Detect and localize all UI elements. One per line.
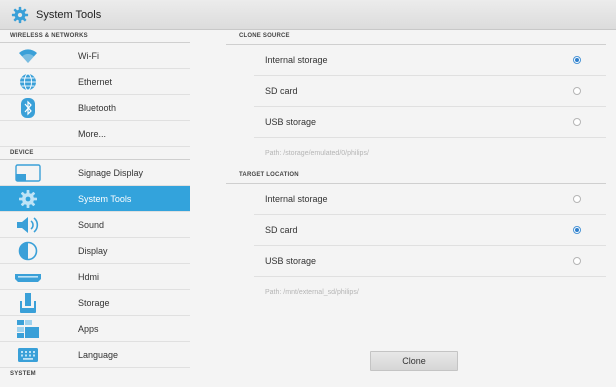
sidebar-item-storage[interactable]: Storage: [0, 290, 190, 316]
sidebar-item-label: Apps: [78, 323, 99, 334]
sidebar-item-label: More...: [78, 128, 107, 139]
system-tools-panel: CLONE SOURCE Internal storage SD card US…: [226, 30, 606, 387]
speaker-icon: [0, 212, 56, 238]
sidebar-item-label: System Tools: [78, 193, 132, 204]
clone-source-path: Path: /storage/emulated/0/philips/: [265, 150, 369, 157]
radio-button[interactable]: [573, 118, 581, 126]
gear-icon: [10, 5, 30, 25]
option-label: SD card: [265, 86, 298, 96]
hdmi-icon: [0, 264, 56, 290]
sidebar-item-signage-display[interactable]: Signage Display: [0, 160, 190, 186]
sidebar-item-label: Signage Display: [78, 167, 144, 178]
wifi-icon: [0, 43, 56, 69]
sidebar-item-label: Bluetooth: [78, 102, 117, 113]
title-bar: System Tools: [0, 0, 616, 30]
clone-source-sd-card[interactable]: SD card: [254, 76, 606, 107]
apps-icon: [0, 316, 56, 342]
sidebar-item-hdmi[interactable]: Hdmi: [0, 264, 190, 290]
option-label: Internal storage: [265, 194, 328, 204]
sidebar-item-label: Language: [78, 349, 119, 360]
sidebar-item-label: Storage: [78, 297, 110, 308]
window-title: System Tools: [36, 8, 102, 21]
section-header-system: SYSTEM: [10, 371, 36, 377]
radio-button[interactable]: [573, 257, 581, 265]
target-usb-storage[interactable]: USB storage: [254, 246, 606, 277]
section-header-device: DEVICE: [0, 147, 190, 160]
clone-source-internal-storage[interactable]: Internal storage: [254, 45, 606, 76]
option-label: Internal storage: [265, 55, 328, 65]
radio-button[interactable]: [573, 87, 581, 95]
target-internal-storage[interactable]: Internal storage: [254, 184, 606, 215]
target-location-path: Path: /mnt/external_sd/philips/: [265, 289, 359, 296]
option-label: USB storage: [265, 117, 317, 127]
sidebar-item-more[interactable]: More...: [0, 121, 190, 147]
keyboard-icon: [0, 342, 56, 368]
sidebar-item-bluetooth[interactable]: Bluetooth: [0, 95, 190, 121]
clone-button[interactable]: Clone: [370, 351, 458, 371]
target-sd-card[interactable]: SD card: [254, 215, 606, 246]
clone-source-usb-storage[interactable]: USB storage: [254, 107, 606, 138]
brightness-icon: [0, 238, 56, 264]
clone-source-header: CLONE SOURCE: [226, 30, 606, 45]
radio-button-selected[interactable]: [573, 56, 581, 64]
sidebar-item-language[interactable]: Language: [0, 342, 190, 368]
sidebar-item-label: Display: [78, 245, 108, 256]
display-screen-icon: [0, 160, 56, 186]
sidebar-item-sound[interactable]: Sound: [0, 212, 190, 238]
sidebar-item-wifi[interactable]: Wi-Fi: [0, 43, 190, 69]
section-header-wireless: WIRELESS & NETWORKS: [0, 30, 190, 43]
sidebar-item-apps[interactable]: Apps: [0, 316, 190, 342]
sidebar-item-label: Wi-Fi: [78, 50, 99, 61]
sidebar-item-label: Hdmi: [78, 271, 100, 282]
radio-button-selected[interactable]: [573, 226, 581, 234]
sidebar-item-display[interactable]: Display: [0, 238, 190, 264]
sidebar-item-label: Ethernet: [78, 76, 113, 87]
sidebar-item-system-tools[interactable]: System Tools: [0, 186, 190, 212]
globe-icon: [0, 69, 56, 95]
storage-icon: [0, 290, 56, 316]
bluetooth-icon: [0, 95, 56, 121]
gear-icon: [0, 186, 56, 212]
sidebar-item-label: Sound: [78, 219, 105, 230]
radio-button[interactable]: [573, 195, 581, 203]
option-label: USB storage: [265, 256, 317, 266]
sidebar-item-ethernet[interactable]: Ethernet: [0, 69, 190, 95]
settings-sidebar: WIRELESS & NETWORKS Wi-Fi Ethernet Bluet…: [0, 30, 219, 387]
option-label: SD card: [265, 225, 298, 235]
target-location-header: TARGET LOCATION: [226, 169, 606, 184]
